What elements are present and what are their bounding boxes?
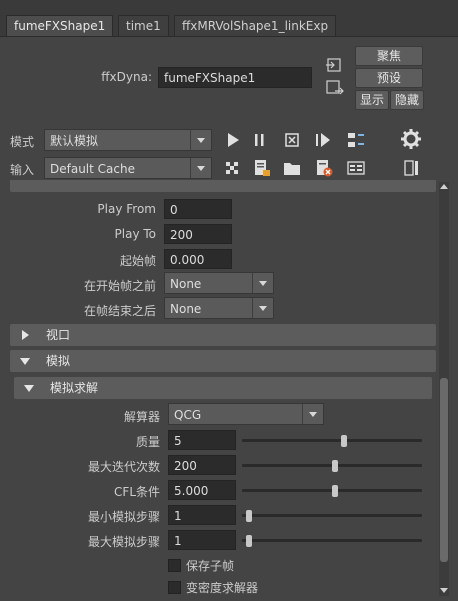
variable-density-label: 变密度求解器 bbox=[186, 581, 259, 595]
mode-dropdown[interactable]: 默认模拟 bbox=[44, 129, 212, 151]
variable-density-checkbox[interactable] bbox=[168, 581, 181, 594]
scroll-up-arrow-icon[interactable] bbox=[440, 184, 448, 189]
max-iterations-field[interactable]: 200 bbox=[168, 455, 236, 475]
attribute-panel[interactable]: Play From 0 Play To 200 起始帧 0.000 在开始帧之前… bbox=[10, 180, 438, 598]
attribute-list-icon[interactable] bbox=[346, 130, 366, 150]
max-iterations-slider-knob[interactable] bbox=[332, 460, 338, 472]
pause-icon[interactable] bbox=[250, 130, 270, 150]
tab-fumefxshape1[interactable]: fumeFXShape1 bbox=[6, 15, 114, 36]
step-forward-icon[interactable] bbox=[313, 130, 333, 150]
after-end-label: 在帧结束之后 bbox=[83, 304, 156, 318]
viewport-section-title: 视口 bbox=[46, 328, 71, 342]
collapse-arrow-icon bbox=[20, 358, 30, 365]
save-subframes-checkbox[interactable] bbox=[168, 559, 181, 572]
chevron-down-icon bbox=[302, 404, 323, 424]
simulation-section-header[interactable]: 模拟 bbox=[10, 350, 436, 372]
collapsed-section-header-partial[interactable] bbox=[10, 180, 436, 192]
max-steps-slider-track[interactable] bbox=[242, 539, 422, 542]
checker-icon[interactable] bbox=[222, 158, 242, 178]
play-to-label: Play To bbox=[114, 227, 156, 241]
input-dropdown[interactable]: Default Cache bbox=[44, 157, 212, 179]
edit-cache-icon[interactable] bbox=[252, 158, 272, 178]
start-frame-label: 起始帧 bbox=[119, 254, 156, 268]
tab-divider bbox=[0, 36, 458, 37]
save-subframes-label: 保存子帧 bbox=[186, 559, 235, 573]
panel-toggle-icon[interactable] bbox=[402, 158, 422, 178]
solver-value: QCG bbox=[174, 408, 202, 422]
after-end-value: None bbox=[170, 302, 202, 316]
before-start-label: 在开始帧之前 bbox=[83, 279, 156, 293]
tab-ffxmrvolshape1-linkexp[interactable]: ffxMRVolShape1_linkExp bbox=[174, 15, 337, 36]
play-to-field[interactable]: 200 bbox=[164, 224, 232, 244]
stop-cancel-icon[interactable] bbox=[282, 130, 302, 150]
min-steps-label: 最小模拟步骤 bbox=[87, 510, 160, 524]
play-from-label: Play From bbox=[97, 202, 156, 216]
select-input-icon[interactable] bbox=[325, 56, 345, 76]
play-from-field[interactable]: 0 bbox=[164, 199, 232, 219]
collapse-arrow-icon bbox=[24, 385, 34, 392]
max-steps-label: 最大模拟步骤 bbox=[87, 535, 160, 549]
select-output-icon[interactable] bbox=[325, 78, 345, 98]
quality-field[interactable]: 5 bbox=[168, 430, 236, 450]
show-button[interactable]: 显示 bbox=[355, 90, 389, 110]
scrollbar-thumb[interactable] bbox=[440, 378, 448, 562]
input-value: Default Cache bbox=[50, 162, 135, 176]
play-icon[interactable] bbox=[223, 130, 243, 150]
max-steps-slider-knob[interactable] bbox=[246, 535, 252, 547]
expand-arrow-icon bbox=[22, 330, 29, 340]
quality-slider-knob[interactable] bbox=[340, 435, 347, 447]
quality-label: 质量 bbox=[135, 435, 160, 449]
chevron-down-icon bbox=[252, 273, 273, 293]
quality-slider-track[interactable] bbox=[242, 439, 422, 442]
viewport-section-header[interactable]: 视口 bbox=[10, 324, 436, 346]
solver-section-title: 模拟求解 bbox=[50, 381, 99, 395]
scroll-down-arrow-icon[interactable] bbox=[440, 588, 448, 593]
min-steps-slider-knob[interactable] bbox=[246, 510, 252, 522]
solver-dropdown[interactable]: QCG bbox=[168, 403, 324, 425]
before-start-dropdown[interactable]: None bbox=[164, 272, 274, 294]
mode-value: 默认模拟 bbox=[50, 134, 99, 148]
simulation-section-title: 模拟 bbox=[46, 354, 71, 368]
before-start-value: None bbox=[170, 277, 202, 291]
hide-button[interactable]: 隐藏 bbox=[390, 90, 424, 110]
presets-button[interactable]: 预设 bbox=[355, 68, 423, 88]
chevron-down-icon bbox=[190, 158, 211, 178]
solver-label: 解算器 bbox=[123, 410, 160, 424]
after-end-dropdown[interactable]: None bbox=[164, 297, 274, 319]
focus-button[interactable]: 聚焦 bbox=[355, 46, 423, 66]
max-steps-field[interactable]: 1 bbox=[168, 530, 236, 550]
start-frame-field[interactable]: 0.000 bbox=[164, 249, 232, 269]
input-label: 输入 bbox=[10, 163, 35, 177]
node-label: ffxDyna: bbox=[101, 70, 152, 84]
cache-list-icon[interactable] bbox=[346, 158, 366, 178]
mode-label: 模式 bbox=[10, 135, 35, 149]
min-steps-field[interactable]: 1 bbox=[168, 505, 236, 525]
node-name-field[interactable]: fumeFXShape1 bbox=[158, 67, 312, 88]
tab-bar: fumeFXShape1 time1 ffxMRVolShape1_linkEx… bbox=[0, 0, 458, 36]
gear-icon[interactable] bbox=[400, 128, 422, 150]
min-steps-slider-track[interactable] bbox=[242, 514, 422, 517]
tab-time1[interactable]: time1 bbox=[118, 15, 169, 36]
max-iterations-label: 最大迭代次数 bbox=[87, 460, 160, 474]
chevron-down-icon bbox=[252, 298, 273, 318]
cfl-field[interactable]: 5.000 bbox=[168, 480, 236, 500]
cfl-label: CFL条件 bbox=[114, 485, 160, 499]
cfl-slider-knob[interactable] bbox=[332, 485, 338, 497]
delete-cache-icon[interactable] bbox=[314, 158, 334, 178]
folder-icon[interactable] bbox=[282, 158, 302, 178]
chevron-down-icon bbox=[190, 130, 211, 150]
solver-section-header[interactable]: 模拟求解 bbox=[14, 377, 432, 399]
